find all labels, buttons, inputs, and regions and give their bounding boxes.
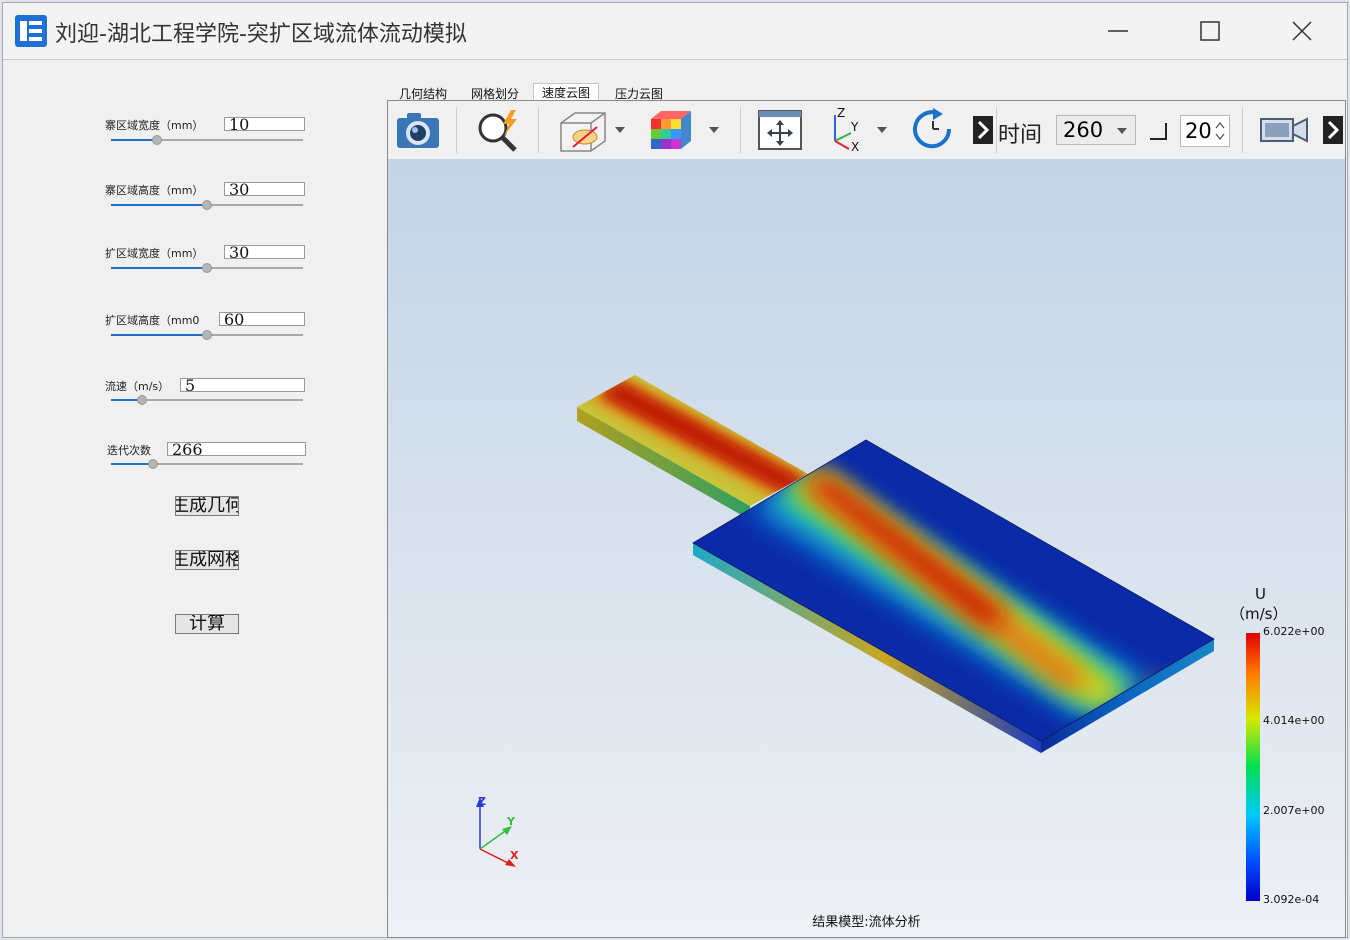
window-title: 刘迎-湖北工程学院-突扩区域流体流动模拟: [55, 22, 467, 47]
expand-height-label: 扩区域高度（mm0: [105, 314, 200, 327]
legend-unit: （m/s）: [1230, 605, 1288, 623]
expand-width-slider[interactable]: [111, 261, 303, 273]
slider-thumb[interactable]: [136, 395, 147, 405]
narrow-height-slider[interactable]: [111, 198, 303, 210]
record-video-button[interactable]: [1258, 107, 1310, 153]
step-value: 20: [1185, 119, 1212, 143]
narrow-width-slider[interactable]: [111, 133, 303, 145]
velocity-legend: [1246, 633, 1260, 901]
colormap-cube-icon: [651, 111, 719, 149]
generate-mesh-button[interactable]: 生成网格: [175, 550, 239, 570]
result-viewer: Z Y X 时间 260 20 Z Y X U （m/s） 6.022e+00 …: [387, 100, 1346, 938]
velocity-contour-canvas[interactable]: Z Y X: [388, 159, 1345, 937]
step-spinbox[interactable]: 20: [1180, 115, 1230, 147]
svg-text:Y: Y: [850, 120, 859, 134]
chevron-down-icon: [1117, 128, 1127, 134]
axis-y-label: Y: [506, 815, 516, 828]
maximize-button[interactable]: [1187, 11, 1233, 51]
app-logo-icon: [15, 15, 47, 47]
slider-thumb[interactable]: [202, 263, 212, 273]
camera-video-icon: [1260, 117, 1308, 143]
iterations-input[interactable]: 266: [167, 442, 306, 456]
iterations-label: 迭代次数: [107, 444, 151, 457]
time-combobox[interactable]: 260: [1056, 115, 1136, 145]
fit-view-button[interactable]: [756, 107, 804, 153]
minimize-button[interactable]: [1095, 11, 1141, 51]
velocity-label: 流速（m/s）: [105, 380, 170, 393]
expand-width-label: 扩区域宽度（mm）: [105, 247, 204, 260]
title-bar[interactable]: 刘迎-湖北工程学院-突扩区域流体流动模拟: [3, 3, 1347, 60]
narrow-height-input[interactable]: 30: [224, 182, 305, 196]
result-model-caption: 结果模型:流体分析: [812, 915, 921, 930]
axes-dropdown[interactable]: Z Y X: [820, 107, 896, 153]
visibility-dropdown[interactable]: [554, 107, 628, 153]
minimize-icon: [1108, 30, 1128, 32]
screenshot-button[interactable]: [394, 107, 442, 153]
expand-width-input[interactable]: 30: [224, 245, 305, 259]
reset-rotation-button[interactable]: [908, 107, 958, 153]
axis-x-label: X: [510, 849, 519, 862]
narrow-height-label: 寨区域高度（mm）: [105, 184, 204, 197]
viewer-toolbar: Z Y X 时间 260 20: [388, 101, 1345, 160]
slider-thumb[interactable]: [202, 200, 212, 210]
legend-colorbar: [1246, 633, 1260, 901]
visibility-icon: [560, 112, 625, 152]
compute-button[interactable]: 计算: [175, 614, 239, 634]
narrow-width-label: 寨区域宽度（mm）: [105, 119, 204, 132]
legend-title: U: [1255, 585, 1266, 603]
camera-icon: [397, 113, 439, 148]
zoom-button[interactable]: [472, 107, 524, 153]
axes-icon: Z Y X: [834, 107, 887, 153]
legend-max-value: 6.022e+00: [1263, 625, 1325, 638]
rotate-icon: [913, 108, 952, 149]
close-button[interactable]: [1279, 11, 1325, 51]
slider-thumb[interactable]: [152, 135, 163, 145]
chevron-right-icon: [973, 116, 993, 144]
toolbar-overflow-button[interactable]: [972, 107, 994, 153]
legend-lower-mid-value: 2.007e+00: [1263, 804, 1325, 817]
zoom-icon: [478, 110, 517, 152]
toolbar-overflow-right-button[interactable]: [1322, 107, 1344, 153]
time-label: 时间: [998, 123, 1043, 148]
expand-height-slider[interactable]: [111, 328, 303, 340]
expand-height-input[interactable]: 60: [219, 312, 305, 326]
generate-geometry-button[interactable]: 生成几何: [175, 496, 239, 516]
close-icon: [1292, 21, 1312, 41]
velocity-input[interactable]: 5: [180, 378, 305, 392]
legend-min-value: 3.092e-04: [1263, 893, 1320, 906]
spin-arrows-icon[interactable]: [1215, 120, 1225, 142]
iterations-slider[interactable]: [111, 457, 303, 469]
chevron-right-icon: [1323, 116, 1343, 144]
fit-view-icon: [758, 110, 802, 150]
slider-thumb[interactable]: [202, 330, 212, 340]
time-value: 260: [1063, 118, 1104, 142]
svg-text:Z: Z: [837, 107, 845, 120]
maximize-icon: [1200, 21, 1220, 41]
velocity-slider[interactable]: [111, 393, 303, 405]
legend-upper-mid-value: 4.014e+00: [1263, 714, 1325, 727]
colormap-dropdown[interactable]: [646, 107, 722, 153]
slider-thumb[interactable]: [148, 459, 159, 469]
narrow-width-input[interactable]: 10: [224, 117, 305, 131]
step-icon: [1150, 123, 1167, 140]
svg-text:X: X: [851, 140, 859, 153]
axis-z-label: Z: [478, 795, 486, 808]
